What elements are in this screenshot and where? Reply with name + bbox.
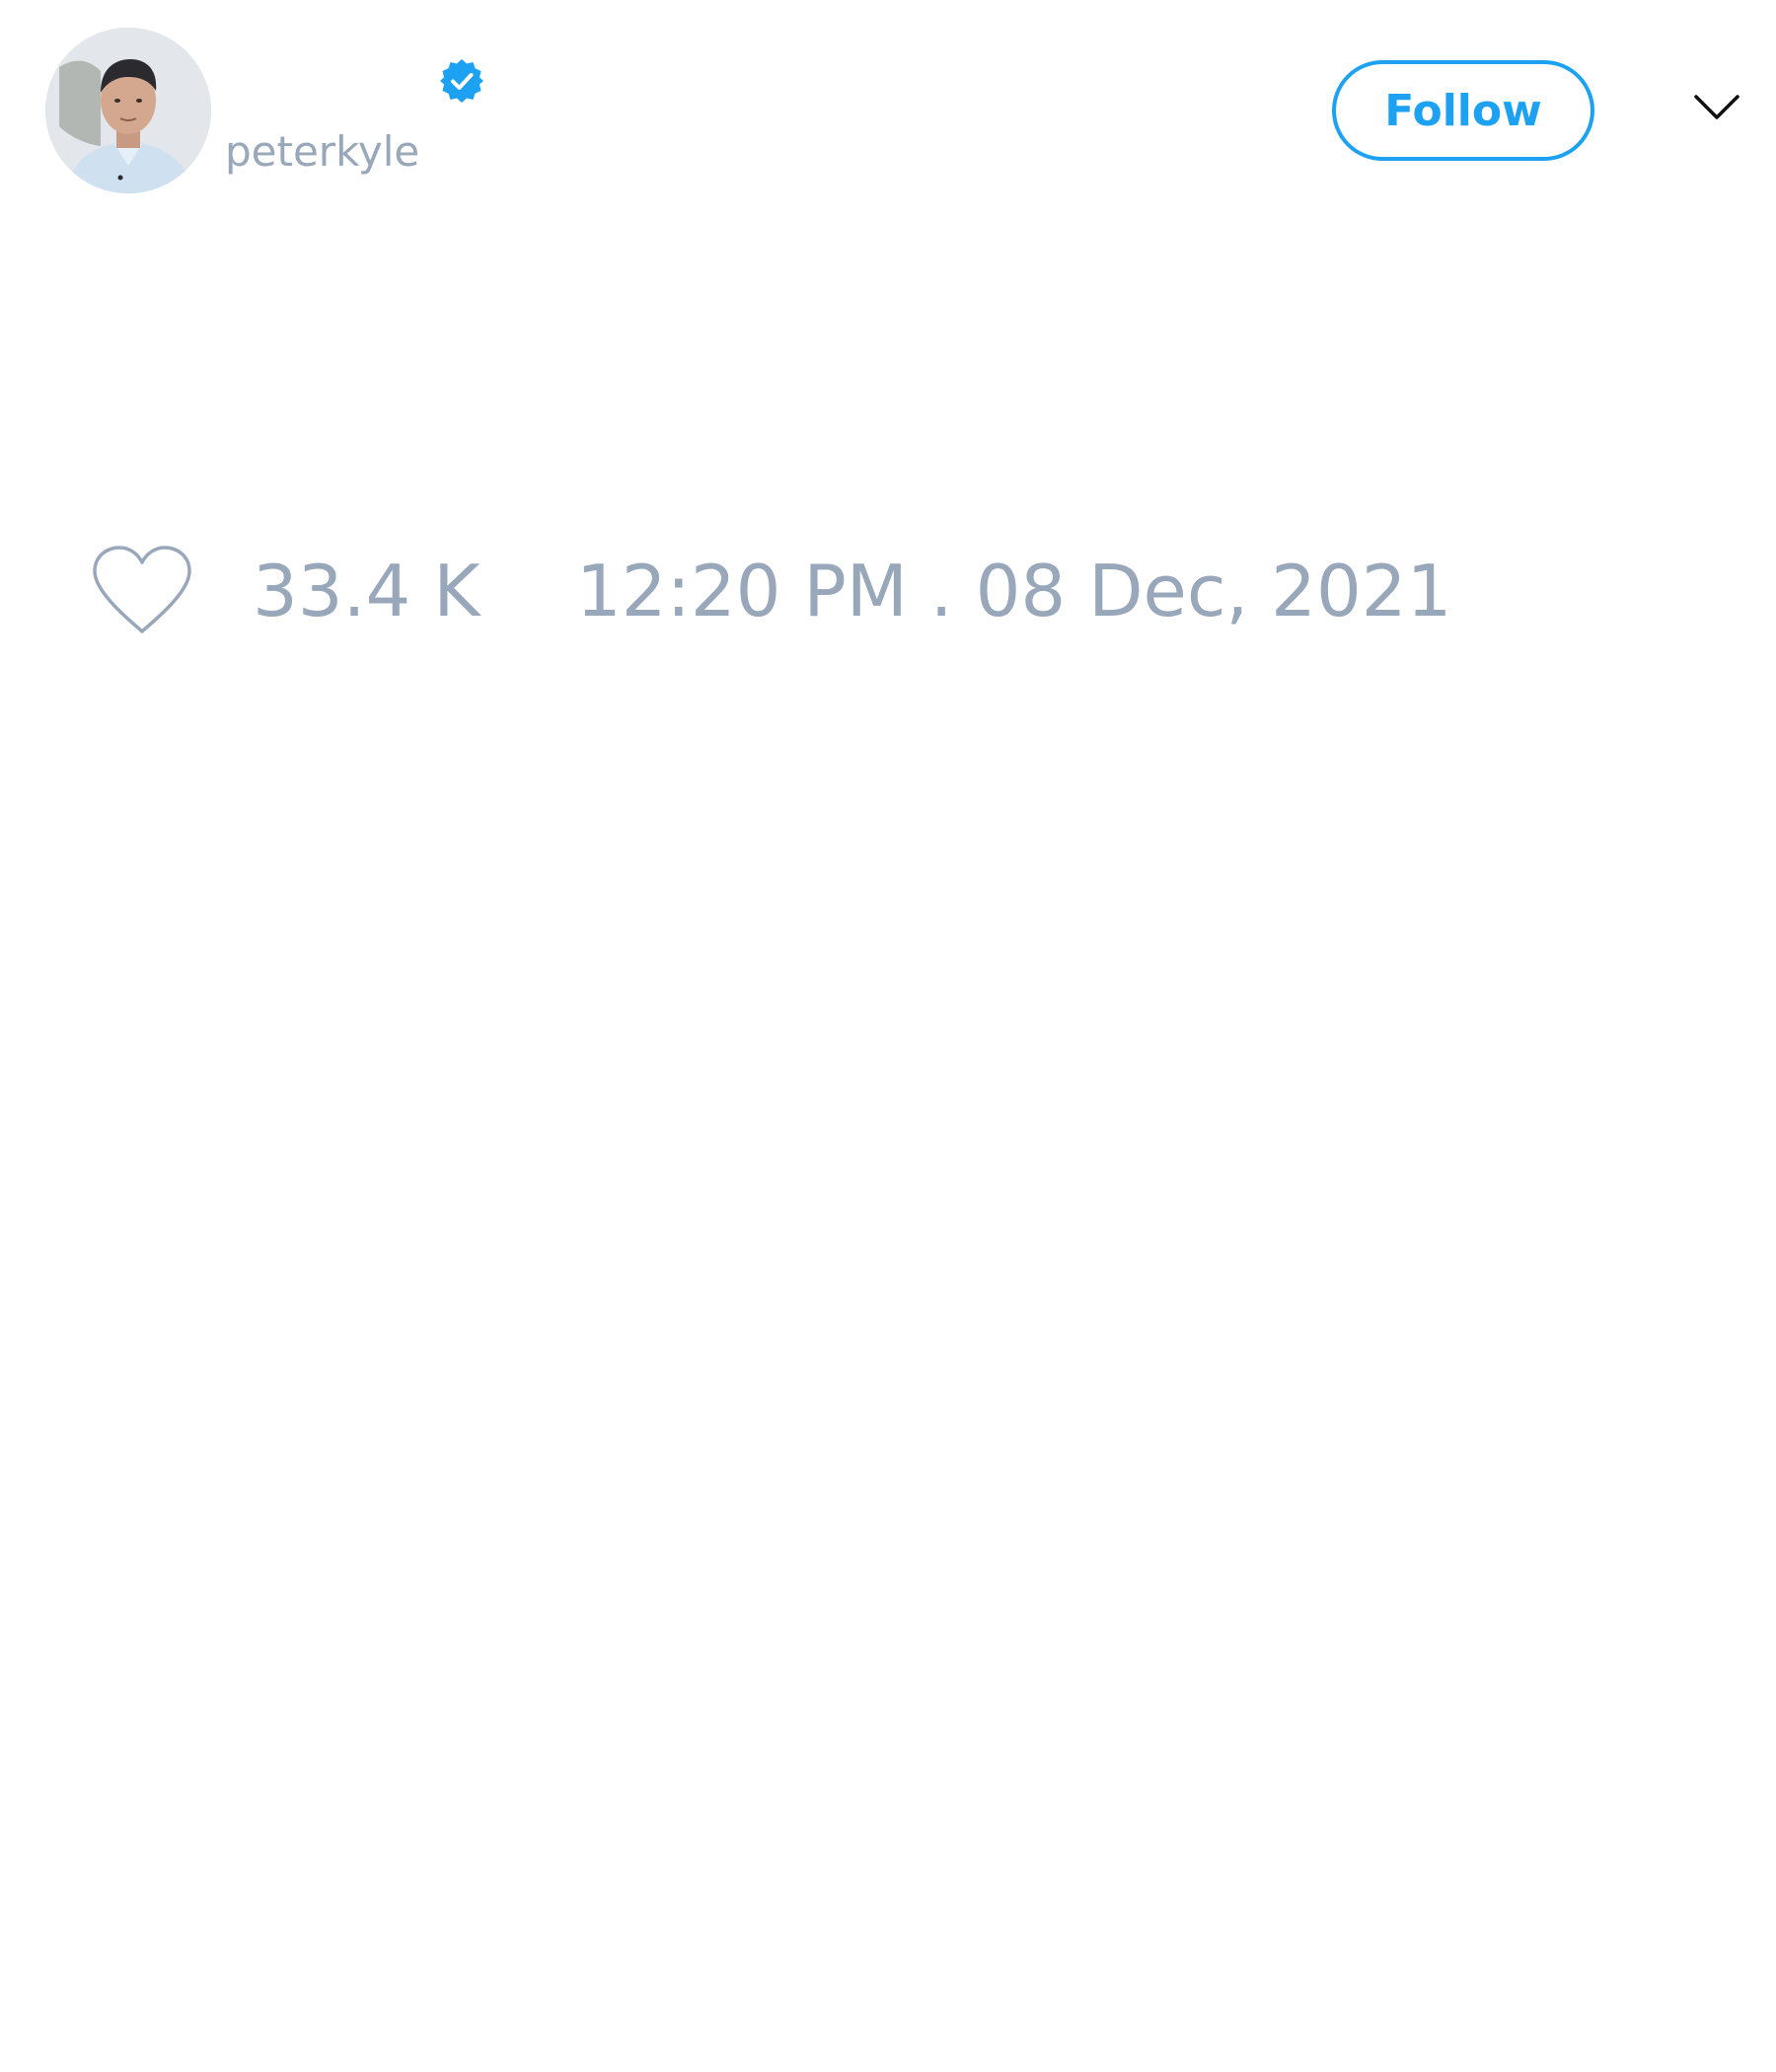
heart-outline-icon[interactable]	[91, 545, 193, 635]
tweet-timestamp[interactable]: 12:20 PM . 08 Dec, 2021	[576, 551, 1451, 631]
follow-button[interactable]: Follow	[1332, 60, 1594, 161]
author-handle[interactable]: peterkyle	[225, 126, 419, 178]
verified-badge-icon	[440, 59, 483, 103]
chevron-down-icon[interactable]	[1693, 93, 1740, 122]
profile-photo-icon	[45, 28, 211, 193]
avatar[interactable]	[45, 28, 211, 193]
like-count: 33.4 K	[253, 550, 481, 632]
